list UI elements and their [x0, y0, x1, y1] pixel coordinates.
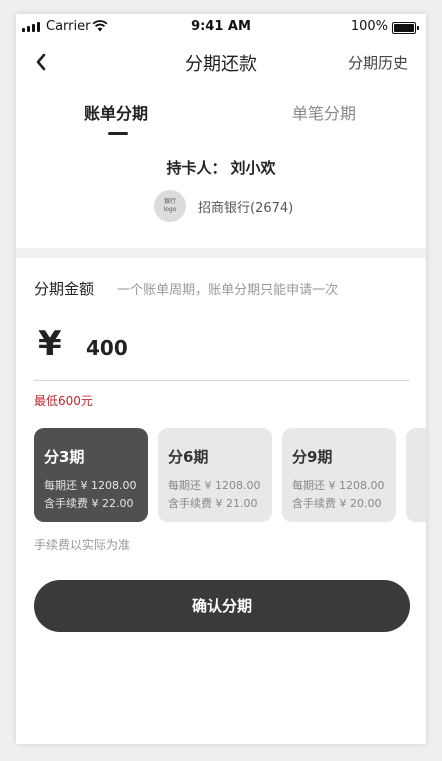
cardholder-label: 持卡人： — [166, 159, 227, 177]
plan-card-3[interactable]: 分3期 每期还 ¥ 1208.00 含手续费 ¥ 22.00 — [34, 428, 148, 522]
installment-type-tabs: 账单分期 单笔分期 — [16, 96, 426, 140]
installment-history-link[interactable]: 分期历史 — [348, 52, 408, 73]
amount-input-row: ¥ — [34, 320, 410, 381]
bank-logo-placeholder: 银行 logo — [154, 190, 186, 222]
plan-card-partial[interactable] — [406, 428, 426, 522]
amount-label-row: 分期金额 一个账单周期，账单分期只能申请一次 — [34, 278, 338, 299]
plan-monthly: 每期还 ¥ 1208.00 — [44, 479, 137, 492]
installment-plan-list[interactable]: 分3期 每期还 ¥ 1208.00 含手续费 ¥ 22.00 分6期 每期还 ¥… — [34, 428, 426, 524]
cardholder-row: 持卡人： 刘小欢 — [16, 157, 426, 178]
battery-percent: 100% — [350, 19, 388, 34]
plan-card-9[interactable]: 分9期 每期还 ¥ 1208.00 含手续费 ¥ 20.00 — [282, 428, 396, 522]
amount-input[interactable] — [86, 334, 386, 362]
currency-symbol: ¥ — [38, 324, 62, 364]
plan-card-6[interactable]: 分6期 每期还 ¥ 1208.00 含手续费 ¥ 21.00 — [158, 428, 272, 522]
bank-logo-text-2: logo — [163, 206, 177, 213]
minimum-amount-warning: 最低600元 — [34, 394, 93, 408]
active-tab-indicator — [108, 132, 128, 135]
status-bar: Carrier 9:41 AM 100% — [16, 14, 426, 40]
battery-icon — [392, 22, 419, 34]
nav-bar: 分期还款 分期历史 — [16, 40, 426, 84]
bank-logo-text-1: 银行 — [163, 198, 176, 205]
plan-title: 分3期 — [44, 448, 85, 466]
cardholder-name: 刘小欢 — [230, 159, 276, 177]
phone-screen: Carrier 9:41 AM 100% 分期还款 分期历史 账单分期 单笔分期… — [16, 14, 426, 744]
amount-label: 分期金额 — [34, 280, 95, 298]
plan-fee: 含手续费 ¥ 20.00 — [292, 497, 382, 510]
section-divider — [16, 248, 426, 258]
plan-fee: 含手续费 ¥ 22.00 — [44, 497, 134, 510]
confirm-installment-button[interactable]: 确认分期 — [34, 580, 410, 632]
plan-title: 分9期 — [292, 448, 333, 466]
tab-single-installment[interactable]: 单笔分期 — [292, 100, 356, 124]
plan-fee: 含手续费 ¥ 21.00 — [168, 497, 258, 510]
tab-bill-installment[interactable]: 账单分期 — [84, 100, 148, 124]
plan-monthly: 每期还 ¥ 1208.00 — [168, 479, 261, 492]
plan-title: 分6期 — [168, 448, 209, 466]
plan-monthly: 每期还 ¥ 1208.00 — [292, 479, 385, 492]
amount-hint: 一个账单周期，账单分期只能申请一次 — [117, 283, 339, 298]
bank-card-row: 银行 logo 招商银行(2674) — [154, 190, 293, 222]
fee-disclaimer: 手续费以实际为准 — [34, 538, 131, 552]
bank-card-name: 招商银行(2674) — [198, 200, 294, 216]
